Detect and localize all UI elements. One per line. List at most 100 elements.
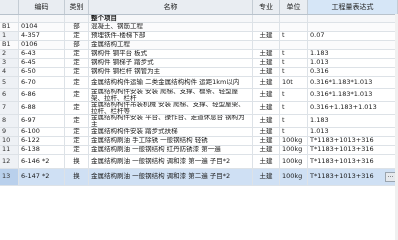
unit-cell[interactable]: t bbox=[280, 59, 308, 67]
header-type[interactable]: 类别 bbox=[65, 0, 89, 14]
unit-cell[interactable]: t bbox=[280, 89, 308, 101]
specialty-cell[interactable]: 土建 bbox=[253, 155, 280, 168]
quantity-expression-cell[interactable]: 1.013 bbox=[308, 59, 398, 67]
quantity-expression-cell[interactable]: 0.316+1.183+1.013 bbox=[308, 102, 398, 114]
specialty-cell[interactable] bbox=[253, 15, 280, 22]
type-cell[interactable]: 换 bbox=[65, 169, 89, 185]
quantity-expression-cell[interactable]: T*1183+1013+316... bbox=[308, 169, 398, 185]
type-cell[interactable]: 定 bbox=[65, 59, 89, 67]
type-cell[interactable]: 定 bbox=[65, 115, 89, 127]
type-cell[interactable]: 部 bbox=[65, 23, 89, 31]
quantity-expression-cell[interactable] bbox=[308, 23, 398, 31]
table-row[interactable]: 5 6-70 定 金属结构构件运输 二类金属结构构件 运距1km以内 土建 10t 0.31… bbox=[0, 77, 398, 89]
table-row[interactable]: 9 6-100 定 金属结构构件安装 踏步式扶梯 土建 t 1.013 bbox=[0, 128, 398, 137]
specialty-cell[interactable] bbox=[253, 23, 280, 31]
type-cell[interactable]: 定 bbox=[65, 128, 89, 136]
type-cell[interactable]: 定 bbox=[65, 68, 89, 76]
table-row[interactable]: 4 6-50 定 钢构件 钢栏杆 钢管为主 土建 t 0.316 bbox=[0, 68, 398, 77]
unit-cell[interactable] bbox=[280, 41, 308, 49]
type-cell[interactable]: 部 bbox=[65, 41, 89, 49]
section-row[interactable]: B1 0106 部 金属结构工程 bbox=[0, 41, 398, 50]
unit-cell[interactable]: t bbox=[280, 68, 308, 76]
name-cell[interactable]: 钢构件 钢平台 板式 bbox=[89, 50, 253, 58]
code-cell[interactable]: 0104 bbox=[19, 23, 65, 31]
name-cell[interactable]: 预埋铁件-楼梯下部 bbox=[89, 32, 253, 40]
code-cell[interactable] bbox=[19, 15, 65, 22]
name-cell[interactable]: 整个项目 bbox=[89, 15, 253, 22]
type-cell[interactable]: 定 bbox=[65, 137, 89, 145]
specialty-cell[interactable] bbox=[253, 41, 280, 49]
type-cell[interactable]: 定 bbox=[65, 50, 89, 58]
code-cell[interactable]: 6-100 bbox=[19, 128, 65, 136]
type-cell[interactable]: 定 bbox=[65, 32, 89, 40]
type-cell[interactable]: 定 bbox=[65, 77, 89, 88]
code-cell[interactable]: 4-357 bbox=[19, 32, 65, 40]
table-row[interactable]: 6 6-86 定 金属结构构件安装 安装 爬梯、支撑、檩条、轻型屋架、拉杆、栏杆 土建 t… bbox=[0, 89, 398, 102]
table-row[interactable]: 10 6-122 定 金属结构刷油 手工除锈 一般钢结构 轻锈 土建 100kg T*118… bbox=[0, 137, 398, 146]
quantity-expression-cell[interactable] bbox=[308, 41, 398, 49]
header-code[interactable]: 编码 bbox=[19, 0, 65, 14]
quantity-expression-cell[interactable]: 0.07 bbox=[308, 32, 398, 40]
name-cell[interactable]: 金属结构构件安装 踏步式扶梯 bbox=[89, 128, 253, 136]
code-cell[interactable]: 6-146 *2 bbox=[19, 155, 65, 168]
unit-cell[interactable]: t bbox=[280, 115, 308, 127]
unit-cell[interactable] bbox=[280, 23, 308, 31]
quantity-expression-cell[interactable]: 0.316 bbox=[308, 68, 398, 76]
type-cell[interactable]: 换 bbox=[65, 155, 89, 168]
table-row[interactable]: 12 6-146 *2 换 金属结构刷油 一般钢结构 调和漆 第一遍 子目*2 土建 10… bbox=[0, 155, 398, 169]
unit-cell[interactable]: 10t bbox=[280, 77, 308, 88]
name-cell[interactable]: 金属结构构件安装 安装 爬梯、支撑、檩条、轻型屋架、拉杆、栏杆 bbox=[89, 89, 253, 101]
quantity-expression-cell[interactable]: T*1183+1013+316 bbox=[308, 146, 398, 154]
group-row[interactable]: 整个项目 bbox=[0, 15, 398, 23]
name-cell[interactable]: 钢构件 钢梯子 踏步式 bbox=[89, 59, 253, 67]
name-cell[interactable]: 金属结构刷油 一般钢结构 调和漆 第一遍 子目*2 bbox=[89, 155, 253, 168]
quantity-expression-cell[interactable]: T*1183+1013+316 bbox=[308, 155, 398, 168]
code-cell[interactable]: 6-86 bbox=[19, 89, 65, 101]
name-cell[interactable]: 金属结构构件运输 二类金属结构构件 运距1km以内 bbox=[89, 77, 253, 88]
table-row[interactable]: 1 4-357 定 预埋铁件-楼梯下部 土建 t 0.07 bbox=[0, 32, 398, 41]
code-cell[interactable]: 6-45 bbox=[19, 59, 65, 67]
unit-cell[interactable]: 100kg bbox=[280, 169, 308, 185]
quantity-expression-cell[interactable]: 1.183 bbox=[308, 115, 398, 127]
specialty-cell[interactable]: 土建 bbox=[253, 77, 280, 88]
quantity-expression-cell[interactable]: 1.013 bbox=[308, 128, 398, 136]
table-row[interactable]: 11 6-138 定 金属结构刷油 一般钢结构 红丹防锈漆 第一遍 土建 100kg T*1… bbox=[0, 146, 398, 155]
unit-cell[interactable]: t bbox=[280, 128, 308, 136]
table-row[interactable]: 7 6-88 定 金属结构构件吊装机械 安装 爬梯、支撑、轻型屋架、拉杆、栏杆等 土建 t… bbox=[0, 102, 398, 115]
code-cell[interactable]: 6-88 bbox=[19, 102, 65, 114]
quantity-expression-cell[interactable] bbox=[308, 15, 398, 22]
quantity-expression-cell[interactable]: 0.316*1.183*1.013 bbox=[308, 89, 398, 101]
table-row[interactable]: 2 6-43 定 钢构件 钢平台 板式 土建 t 1.183 bbox=[0, 50, 398, 59]
quantity-expression-cell[interactable]: T*1183+1013+316 bbox=[308, 137, 398, 145]
specialty-cell[interactable]: 土建 bbox=[253, 68, 280, 76]
name-cell[interactable]: 金属结构构件安装 平台、操作台、走道休息台 钢构为主 bbox=[89, 115, 253, 127]
type-cell[interactable]: 定 bbox=[65, 102, 89, 114]
unit-cell[interactable]: t bbox=[280, 32, 308, 40]
specialty-cell[interactable]: 土建 bbox=[253, 115, 280, 127]
code-cell[interactable]: 0106 bbox=[19, 41, 65, 49]
name-cell[interactable]: 钢构件 钢栏杆 钢管为主 bbox=[89, 68, 253, 76]
unit-cell[interactable]: 100kg bbox=[280, 146, 308, 154]
header-unit[interactable]: 单位 bbox=[280, 0, 308, 14]
specialty-cell[interactable]: 土建 bbox=[253, 32, 280, 40]
name-cell[interactable]: 金属结构工程 bbox=[89, 41, 253, 49]
specialty-cell[interactable]: 土建 bbox=[253, 146, 280, 154]
code-cell[interactable]: 6-43 bbox=[19, 50, 65, 58]
header-specialty[interactable]: 专业 bbox=[253, 0, 280, 14]
name-cell[interactable]: 金属结构构件吊装机械 安装 爬梯、支撑、轻型屋架、拉杆、栏杆等 bbox=[89, 102, 253, 114]
specialty-cell[interactable]: 土建 bbox=[253, 89, 280, 101]
unit-cell[interactable]: t bbox=[280, 102, 308, 114]
name-cell[interactable]: 混凝土、钢筋工程 bbox=[89, 23, 253, 31]
quantity-expression-cell[interactable]: 0.316*1.183*1.013 bbox=[308, 77, 398, 88]
specialty-cell[interactable]: 土建 bbox=[253, 59, 280, 67]
code-cell[interactable]: 6-147 *2 bbox=[19, 169, 65, 185]
header-quantity-expression[interactable]: 工程量表达式 bbox=[308, 0, 398, 14]
unit-cell[interactable]: 100kg bbox=[280, 155, 308, 168]
unit-cell[interactable] bbox=[280, 15, 308, 22]
specialty-cell[interactable]: 土建 bbox=[253, 102, 280, 114]
specialty-cell[interactable]: 土建 bbox=[253, 128, 280, 136]
name-cell[interactable]: 金属结构刷油 一般钢结构 红丹防锈漆 第一遍 bbox=[89, 146, 253, 154]
specialty-cell[interactable]: 土建 bbox=[253, 137, 280, 145]
unit-cell[interactable]: 100kg bbox=[280, 137, 308, 145]
type-cell[interactable]: 定 bbox=[65, 89, 89, 101]
